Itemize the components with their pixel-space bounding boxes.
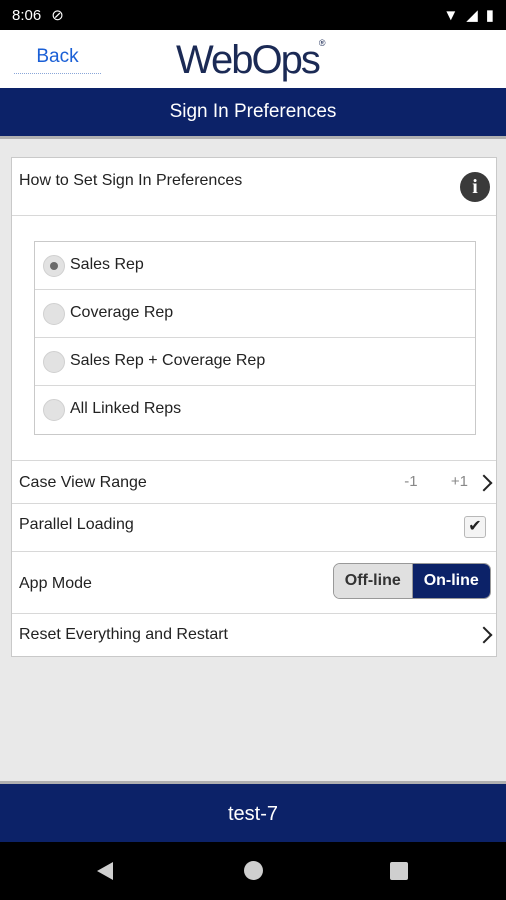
app-mode-row: App Mode Off-line On-line	[12, 552, 496, 614]
reset-label: Reset Everything and Restart	[19, 626, 228, 643]
preferences-panel: How to Set Sign In Preferences i Sales R…	[11, 157, 497, 657]
chevron-right-icon	[475, 626, 493, 644]
online-option[interactable]: On-line	[412, 564, 490, 598]
parallel-loading-checkbox[interactable]: ✔	[464, 516, 486, 538]
radio-button[interactable]	[43, 303, 65, 325]
radio-option-sales-rep[interactable]: Sales Rep	[35, 242, 475, 290]
radio-label: Coverage Rep	[70, 304, 174, 321]
footer-user: test-7	[0, 781, 506, 842]
case-view-range-values: -1 +1	[404, 473, 468, 490]
wifi-icon: ▼	[443, 6, 459, 24]
signal-icon: ◢	[466, 7, 478, 24]
page-title: Sign In Preferences	[0, 88, 506, 139]
parallel-loading-row: Parallel Loading ✔	[12, 504, 496, 552]
info-icon[interactable]: i	[460, 172, 490, 202]
range-max: +1	[450, 473, 468, 490]
nav-back-icon[interactable]	[97, 862, 113, 880]
top-bar: Back WebOps®	[0, 30, 506, 88]
logo-text: WebOps	[176, 38, 321, 82]
rep-radio-group: Sales Rep Coverage Rep Sales Rep + Cover…	[34, 241, 476, 435]
app-mode-toggle[interactable]: Off-line On-line	[333, 563, 491, 599]
status-time: 8:06	[12, 6, 42, 24]
radio-option-sales-coverage-rep[interactable]: Sales Rep + Coverage Rep	[35, 338, 475, 386]
nav-recents-icon[interactable]	[390, 862, 408, 880]
radio-label: Sales Rep + Coverage Rep	[70, 352, 266, 369]
chevron-right-icon	[475, 474, 493, 492]
reset-row[interactable]: Reset Everything and Restart	[12, 614, 496, 656]
battery-icon: ▮	[485, 7, 494, 24]
radio-label: Sales Rep	[70, 256, 144, 273]
app-logo: WebOps®	[176, 38, 325, 83]
radio-button[interactable]	[43, 255, 65, 277]
status-bar: 8:06 ⊘ ▼ ◢ ▮	[0, 0, 506, 30]
parallel-loading-label: Parallel Loading	[19, 516, 134, 533]
range-min: -1	[404, 473, 418, 490]
offline-option[interactable]: Off-line	[334, 564, 413, 598]
app-mode-label: App Mode	[19, 575, 92, 592]
nav-home-icon[interactable]	[244, 861, 263, 880]
radio-button[interactable]	[43, 351, 65, 373]
notification-icon: ⊘	[51, 7, 64, 24]
how-to-label: How to Set Sign In Preferences	[19, 172, 243, 189]
case-view-range-row[interactable]: Case View Range -1 +1	[12, 460, 496, 504]
radio-button[interactable]	[43, 399, 65, 421]
back-button[interactable]: Back	[14, 44, 101, 74]
case-view-range-label: Case View Range	[19, 474, 147, 491]
radio-option-coverage-rep[interactable]: Coverage Rep	[35, 290, 475, 338]
system-nav-bar	[0, 842, 506, 900]
how-to-row: How to Set Sign In Preferences i	[12, 158, 496, 216]
radio-option-all-linked-reps[interactable]: All Linked Reps	[35, 386, 475, 434]
registered-mark-icon: ®	[318, 38, 325, 48]
radio-label: All Linked Reps	[70, 400, 182, 417]
